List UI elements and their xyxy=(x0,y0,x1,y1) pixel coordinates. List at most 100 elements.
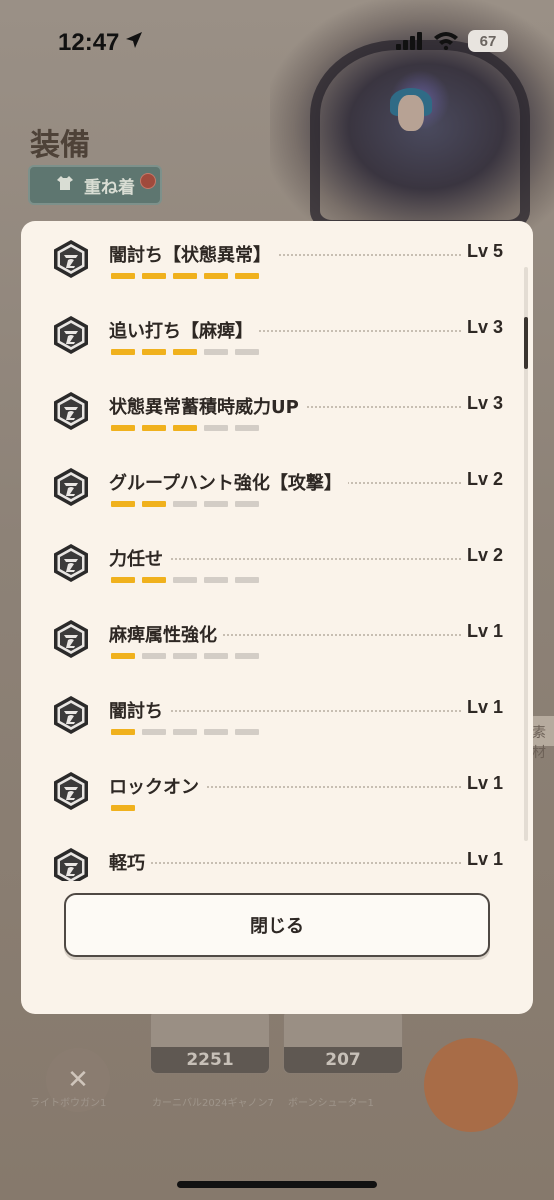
skill-name: 追い打ち【麻痺】 xyxy=(109,317,259,343)
level-bar-filled xyxy=(173,425,197,431)
skill-level-bars xyxy=(111,577,259,583)
level-bar-filled xyxy=(111,653,135,659)
skill-level: Lv 3 xyxy=(460,393,503,414)
level-bar-filled xyxy=(111,729,135,735)
battery-icon: 67 xyxy=(468,30,508,52)
level-bar-empty xyxy=(204,425,228,431)
skill-row: 追い打ち【麻痺】 Lv 3 xyxy=(21,309,533,385)
skill-level-bars xyxy=(111,273,259,279)
skill-gem-icon xyxy=(51,847,91,881)
skill-row: 闇討ち【状態異常】 Lv 5 xyxy=(21,233,533,309)
level-bar-empty xyxy=(204,729,228,735)
page-title: 装備 xyxy=(30,128,90,163)
skill-gem-icon xyxy=(51,619,91,659)
skill-name: 麻痺属性強化 xyxy=(109,621,223,647)
level-bar-filled xyxy=(235,273,259,279)
close-button[interactable]: 閉じる xyxy=(64,893,490,957)
skill-gem-icon xyxy=(51,543,91,583)
dotted-leader xyxy=(111,862,465,864)
layered-armor-label: 重ね着 xyxy=(84,177,135,198)
skill-level-bars xyxy=(111,425,259,431)
level-bar-filled xyxy=(173,273,197,279)
level-bar-empty xyxy=(142,653,166,659)
equipment-bar: ✕ 2251 207 ライトボウガン1 カーニバル2024ギャノン7 ボーンシュ… xyxy=(0,1010,554,1200)
skill-row: グループハント強化【攻撃】 Lv 2 xyxy=(21,461,533,537)
level-bar-empty xyxy=(173,577,197,583)
skill-row: ロックオン Lv 1 xyxy=(21,765,533,841)
skill-level-bars xyxy=(111,501,259,507)
level-bar-empty xyxy=(235,729,259,735)
cellular-signal-icon xyxy=(396,32,424,54)
notification-dot xyxy=(140,173,156,189)
skill-level: Lv 3 xyxy=(460,317,503,338)
skill-level: Lv 5 xyxy=(460,241,503,262)
skills-dialog: 闇討ち【状態異常】 Lv 5 追い打ち【麻痺】 Lv 3 状態異常蓄積時威力UP Lv 3… xyxy=(21,221,533,1014)
skill-name: 力任せ xyxy=(109,545,169,571)
level-bar-filled xyxy=(142,273,166,279)
skill-level: Lv 1 xyxy=(460,697,503,718)
equipment-card: 2251 xyxy=(150,1010,270,1074)
skill-level: Lv 1 xyxy=(460,773,503,794)
skill-gem-icon xyxy=(51,695,91,735)
skill-level-bars xyxy=(111,349,259,355)
level-bar-empty xyxy=(173,729,197,735)
equipment-card: 207 xyxy=(283,1010,403,1074)
card-label: ライトボウガン1 xyxy=(30,1098,107,1109)
skill-level: Lv 2 xyxy=(460,469,503,490)
level-bar-filled xyxy=(204,273,228,279)
level-bar-filled xyxy=(111,501,135,507)
level-bar-empty xyxy=(235,425,259,431)
skill-list[interactable]: 闇討ち【状態異常】 Lv 5 追い打ち【麻痺】 Lv 3 状態異常蓄積時威力UP Lv 3… xyxy=(21,221,533,881)
level-bar-filled xyxy=(142,577,166,583)
skill-gem-icon xyxy=(51,315,91,355)
skill-level: Lv 2 xyxy=(460,545,503,566)
level-bar-empty xyxy=(235,577,259,583)
skill-name: グループハント強化【攻撃】 xyxy=(109,469,348,495)
skill-name: 状態異常蓄積時威力UP xyxy=(109,393,305,419)
level-bar-empty xyxy=(204,349,228,355)
skill-name: 軽巧 xyxy=(109,849,151,875)
level-bar-filled xyxy=(111,577,135,583)
level-bar-empty xyxy=(235,653,259,659)
level-bar-filled xyxy=(111,805,135,811)
level-bar-empty xyxy=(235,501,259,507)
card-count: 2251 xyxy=(151,1047,269,1073)
card-count: 207 xyxy=(284,1047,402,1073)
skill-gem-icon xyxy=(51,239,91,279)
level-bar-filled xyxy=(111,349,135,355)
skill-name: 闇討ち【状態異常】 xyxy=(109,241,277,267)
card-label: ボーンシューター1 xyxy=(288,1098,374,1109)
level-bar-filled xyxy=(142,501,166,507)
clock: 12:47 xyxy=(58,29,120,56)
skill-row: 状態異常蓄積時威力UP Lv 3 xyxy=(21,385,533,461)
mascot-button xyxy=(424,1038,518,1132)
skill-row: 力任せ Lv 2 xyxy=(21,537,533,613)
skill-level-bars xyxy=(111,653,259,659)
level-bar-filled xyxy=(111,273,135,279)
skill-name: ロックオン xyxy=(109,773,205,799)
level-bar-empty xyxy=(235,349,259,355)
level-bar-empty xyxy=(173,501,197,507)
scrollbar-thumb[interactable] xyxy=(524,317,528,369)
level-bar-empty xyxy=(173,653,197,659)
skill-gem-icon xyxy=(51,467,91,507)
skill-row: 麻痺属性強化 Lv 1 xyxy=(21,613,533,689)
level-bar-filled xyxy=(142,425,166,431)
home-indicator[interactable] xyxy=(177,1181,377,1188)
level-bar-empty xyxy=(204,501,228,507)
card-label: カーニバル2024ギャノン7 xyxy=(152,1098,274,1109)
skill-level-bars xyxy=(111,805,135,811)
wifi-icon xyxy=(433,30,459,54)
location-arrow-icon xyxy=(125,31,143,53)
level-bar-filled xyxy=(111,425,135,431)
skill-level: Lv 1 xyxy=(460,849,503,870)
level-bar-empty xyxy=(142,729,166,735)
skill-row: 軽巧 Lv 1 xyxy=(21,841,533,881)
level-bar-empty xyxy=(204,653,228,659)
skill-gem-icon xyxy=(51,771,91,811)
skill-name: 闇討ち xyxy=(109,697,169,723)
skill-row: 闇討ち Lv 1 xyxy=(21,689,533,765)
skill-level: Lv 1 xyxy=(460,621,503,642)
level-bar-empty xyxy=(204,577,228,583)
level-bar-filled xyxy=(173,349,197,355)
